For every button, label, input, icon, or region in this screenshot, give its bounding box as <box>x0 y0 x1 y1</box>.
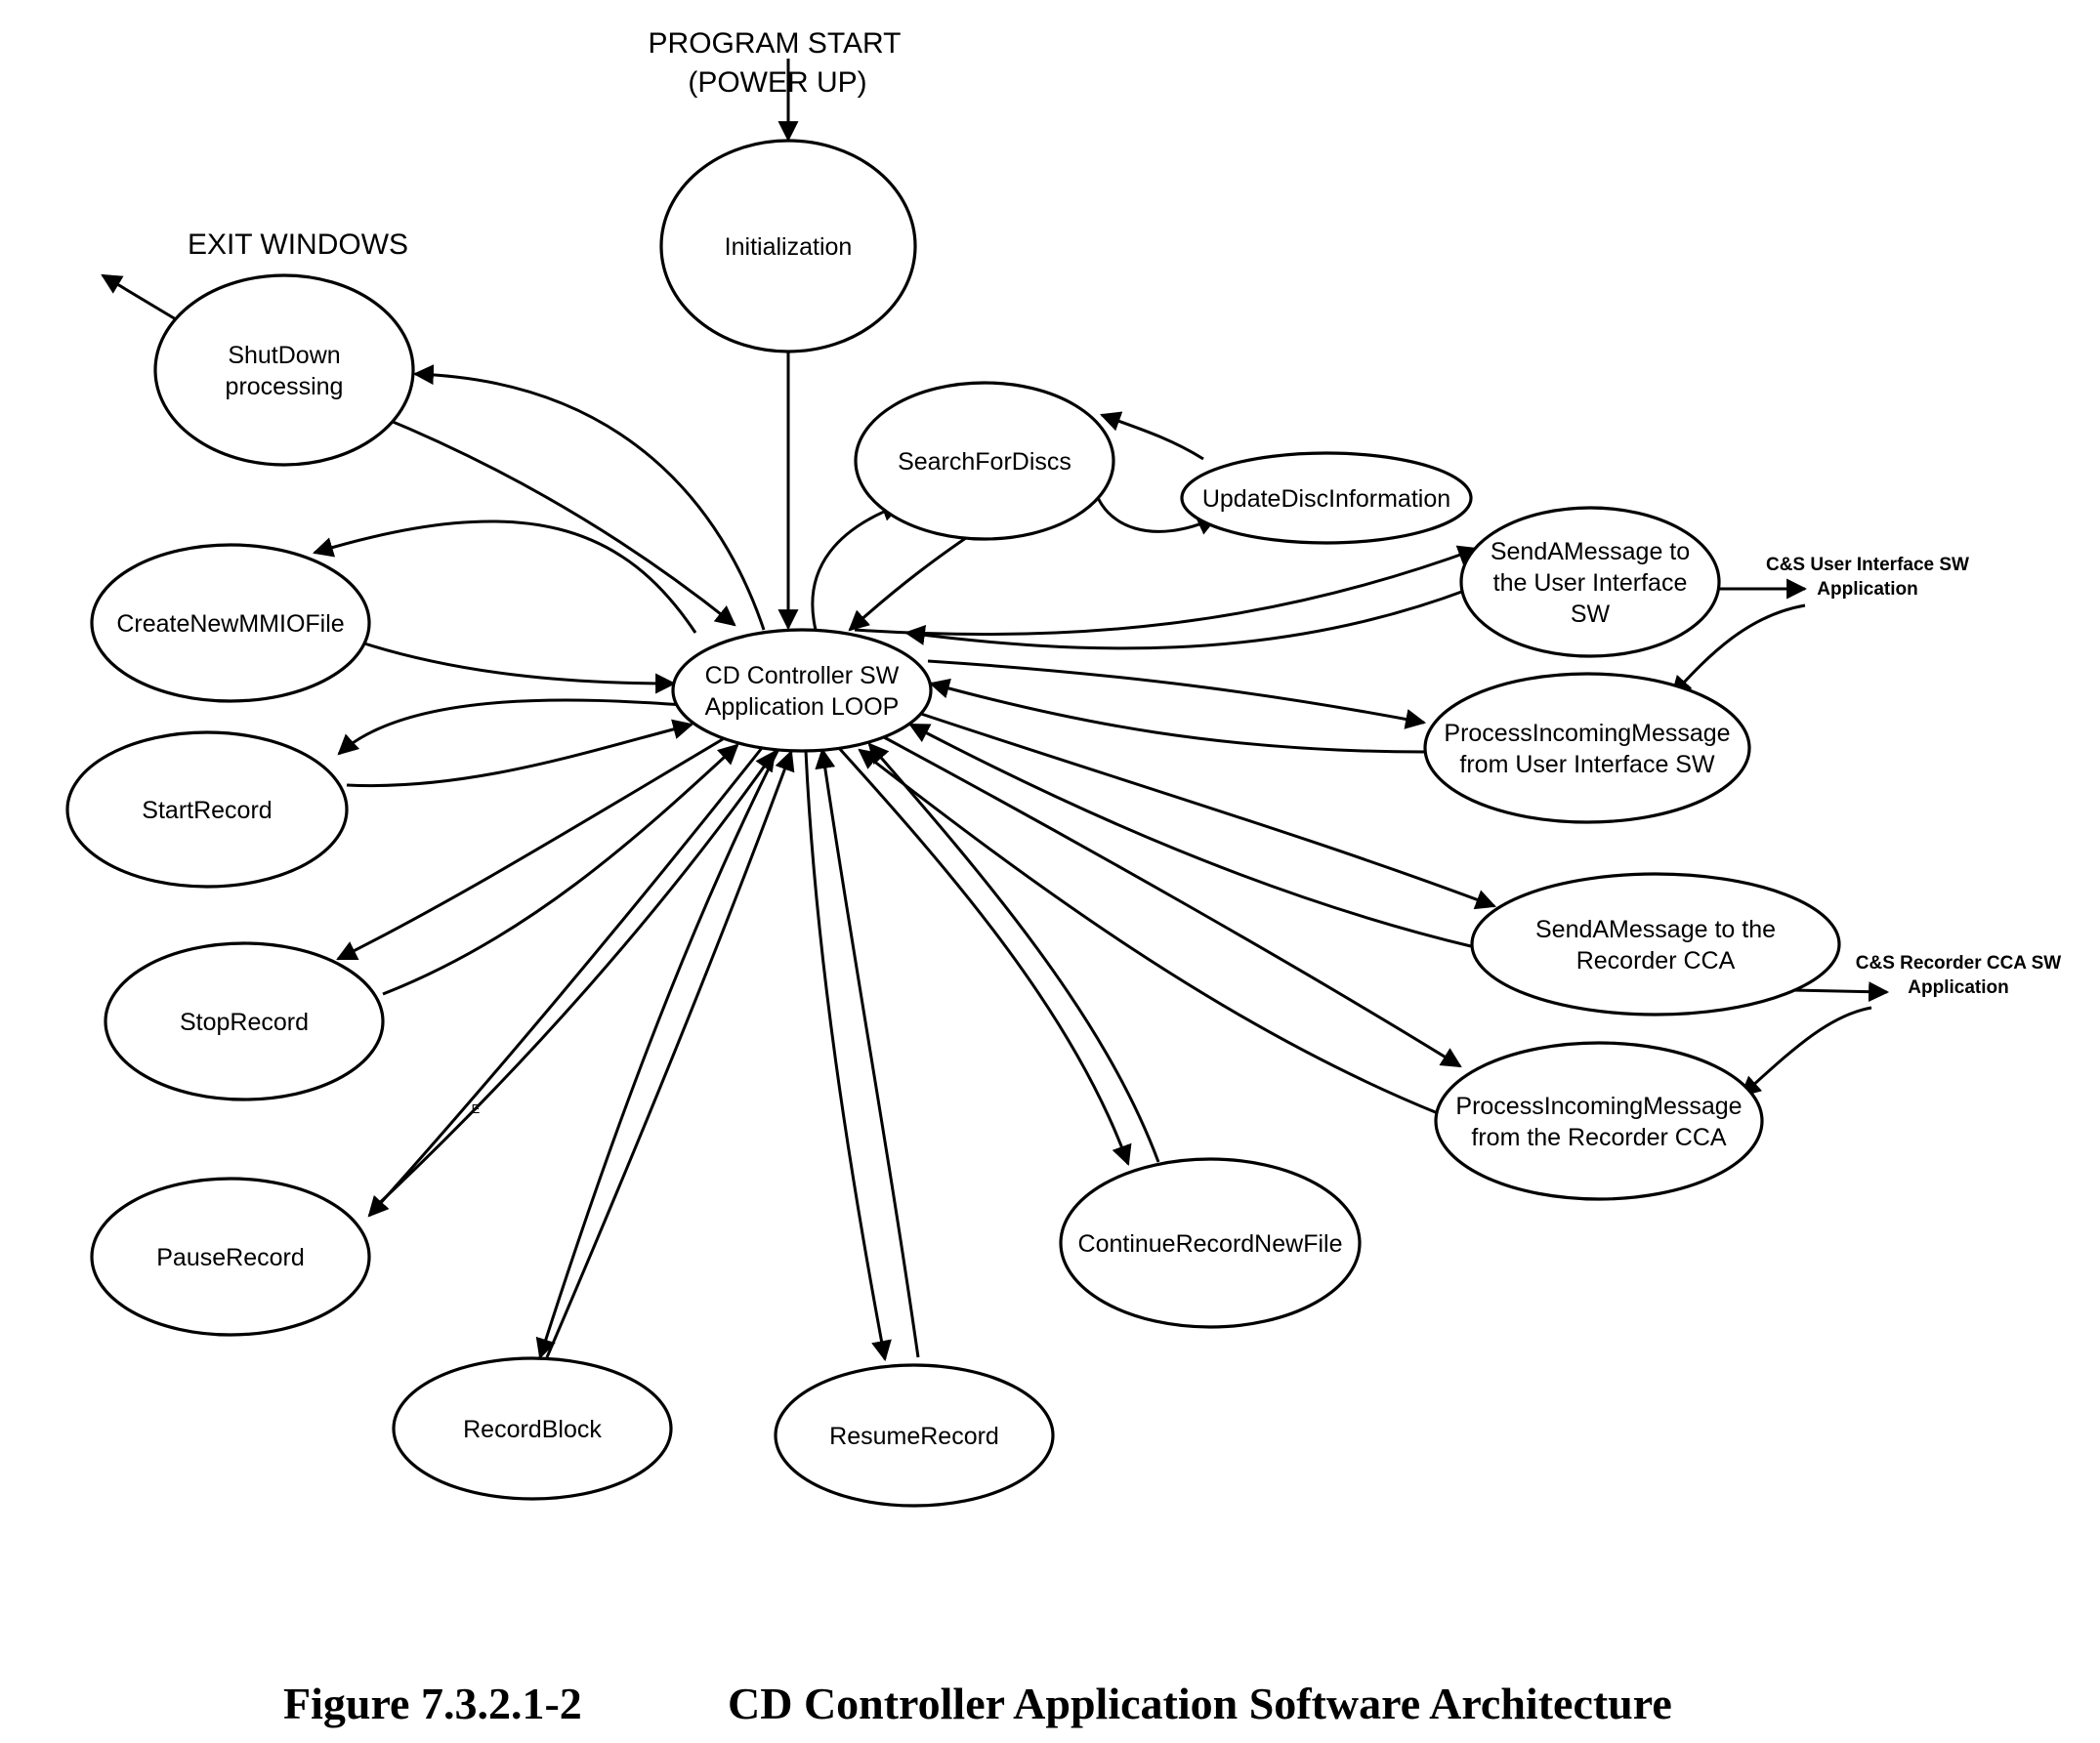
node-label: from User Interface SW <box>1459 751 1715 778</box>
node-center-loop: CD Controller SW Application LOOP <box>671 628 933 753</box>
node-create-mmio: CreateNewMMIOFile <box>90 543 371 703</box>
edge-resume-record-to-loop <box>815 747 920 1358</box>
node-label: SendAMessage to the <box>1535 916 1776 943</box>
edge-update-disc-to-search <box>1100 411 1204 461</box>
edge-process-msg-recorder-to-loop <box>858 748 1439 1115</box>
node-initialization: Initialization <box>659 139 917 353</box>
node-label: ProcessIncomingMessage <box>1444 720 1730 747</box>
node-pause-record: PauseRecord <box>90 1177 371 1337</box>
node-label: CreateNewMMIOFile <box>116 610 344 638</box>
edge-loop-to-record-block <box>535 750 779 1360</box>
edge-record-block-to-loop <box>545 750 795 1358</box>
node-process-msg-recorder: ProcessIncomingMessage from the Recorder … <box>1434 1041 1764 1201</box>
edge-loop-to-process-msg-ui <box>927 659 1427 729</box>
edge-send-msg-ui-to-loop <box>903 588 1468 650</box>
node-send-msg-recorder: SendAMessage to the Recorder CCA <box>1470 872 1841 1017</box>
recorder-app-label-line1: C&S Recorder CCA SW <box>1856 953 2062 974</box>
node-label: Application LOOP <box>705 693 900 721</box>
edge-loop-to-search-discs <box>811 501 903 631</box>
edge-shutdown-to-loop <box>378 414 736 627</box>
node-search-for-discs: SearchForDiscs <box>854 381 1115 541</box>
node-shape <box>1423 672 1751 824</box>
node-label: StopRecord <box>180 1009 309 1036</box>
node-label: ResumeRecord <box>829 1423 999 1450</box>
node-label: the User Interface <box>1493 569 1688 597</box>
node-label: ContinueRecordNewFile <box>1078 1230 1343 1258</box>
node-label: UpdateDiscInformation <box>1202 485 1450 513</box>
node-label: ProcessIncomingMessage <box>1455 1093 1742 1120</box>
node-start-record: StartRecord <box>65 730 349 889</box>
external-ui-app: C&S User Interface SW Application <box>1766 555 1969 600</box>
node-label: PauseRecord <box>156 1244 304 1271</box>
exit-windows-label: EXIT WINDOWS <box>188 228 408 261</box>
recorder-app-label-line2: Application <box>1908 977 2008 998</box>
architecture-diagram: PROGRAM START (POWER UP) EXIT WINDOWS E … <box>65 27 2062 1728</box>
edge-loop-to-start-record <box>337 698 685 756</box>
ui-app-label-line2: Application <box>1817 579 1917 600</box>
edge-create-mmio-to-loop <box>360 641 677 694</box>
edge-search-discs-to-loop <box>848 523 986 632</box>
stray-mark: E <box>472 1101 481 1116</box>
node-label: SearchForDiscs <box>898 448 1071 476</box>
node-label: CD Controller SW <box>705 662 900 689</box>
edge-loop-to-stop-record <box>336 737 724 961</box>
edge-loop-to-send-msg-recorder <box>917 711 1496 910</box>
node-shape <box>1470 872 1841 1017</box>
figure-caption: Figure 7.3.2.1-2 CD Controller Applicati… <box>283 1679 1672 1728</box>
edge-recorder-app-to-process-msg-recorder <box>1740 1006 1872 1098</box>
node-process-msg-ui: ProcessIncomingMessage from User Interfac… <box>1423 672 1751 824</box>
node-label: SendAMessage to <box>1491 538 1690 565</box>
node-label: Initialization <box>725 233 853 261</box>
power-up-label: (POWER UP) <box>688 66 866 99</box>
node-send-msg-ui: SendAMessage to the User Interface SW <box>1459 506 1721 658</box>
node-shutdown: ShutDown processing <box>153 273 415 467</box>
node-label: Recorder CCA <box>1576 947 1736 975</box>
node-label: from the Recorder CCA <box>1471 1124 1727 1151</box>
node-shape <box>1434 1041 1764 1201</box>
edge-shutdown-to-exit <box>101 273 182 324</box>
edge-loop-to-resume-record <box>804 750 892 1362</box>
node-stop-record: StopRecord <box>104 941 385 1101</box>
node-record-block: RecordBlock <box>392 1356 673 1501</box>
node-shape <box>671 628 933 753</box>
figure-number: Figure 7.3.2.1-2 <box>283 1679 582 1728</box>
edge-loop-to-shutdown <box>412 364 766 631</box>
edge-send-msg-recorder-to-loop <box>908 723 1476 949</box>
node-shape <box>153 273 415 467</box>
node-label: processing <box>226 373 344 400</box>
node-resume-record: ResumeRecord <box>774 1363 1055 1508</box>
node-label: StartRecord <box>142 797 272 824</box>
edge-loop-to-send-msg-ui <box>854 545 1479 637</box>
edge-start-record-to-loop <box>346 719 694 788</box>
ui-app-label-line1: C&S User Interface SW <box>1766 555 1969 575</box>
node-continue-record-new-file: ContinueRecordNewFile <box>1059 1157 1362 1329</box>
node-label: SW <box>1571 601 1611 628</box>
node-label: RecordBlock <box>463 1416 602 1443</box>
edge-send-msg-recorder-to-recorder-app <box>1791 981 1890 1003</box>
edge-loop-to-create-mmio <box>312 519 697 634</box>
figure-title: CD Controller Application Software Archi… <box>728 1679 1672 1728</box>
program-start-label: PROGRAM START <box>649 27 902 60</box>
node-label: ShutDown <box>228 342 340 369</box>
node-update-disc-info: UpdateDiscInformation <box>1180 451 1473 545</box>
